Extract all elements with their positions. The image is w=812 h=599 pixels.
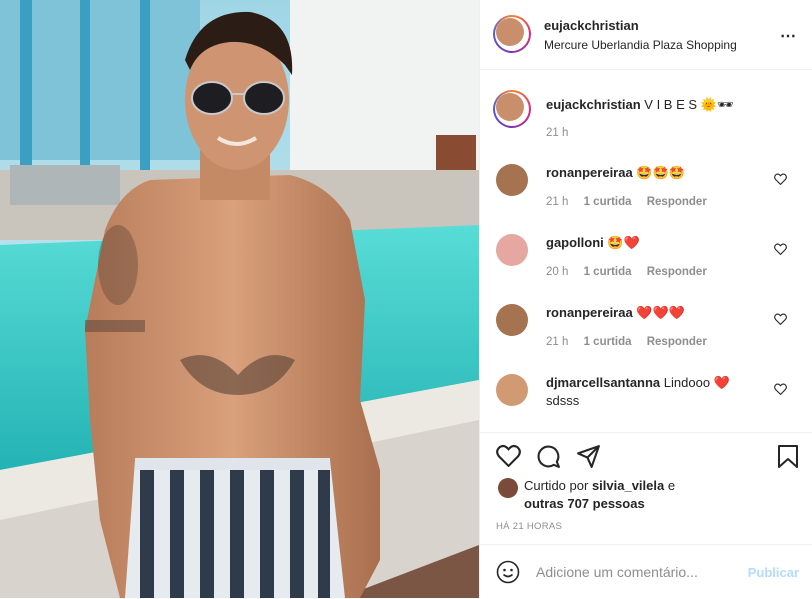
commenter-username[interactable]: gapolloni [546,235,604,250]
author-avatar[interactable] [493,15,531,53]
comment-likes[interactable]: 1 curtida [584,266,632,278]
caption-username[interactable]: eujackchristian [546,97,641,112]
action-bar [480,432,812,468]
reply-button[interactable]: Responder [647,266,707,278]
liker-avatar[interactable] [498,478,518,498]
post-timestamp[interactable]: HÁ 21 HORAS [496,521,562,532]
caption-avatar[interactable] [493,90,531,128]
comment-time[interactable]: 21 h [546,336,568,348]
author-username[interactable]: eujackchristian [544,18,639,33]
comment-meta: 21 h 1 curtida Responder [546,196,719,208]
liked-by-prefix: Curtido por [524,478,589,493]
liked-by-others[interactable]: outras 707 pessoas [524,496,645,511]
reply-button[interactable]: Responder [647,336,707,348]
post-sidebar: eujackchristian Mercure Uberlandia Plaza… [479,0,812,598]
commenter-avatar[interactable] [496,234,528,266]
liked-by-conj: e [667,478,676,493]
like-heart-icon[interactable] [496,444,521,467]
liked-by-user[interactable]: silvia_vilela [592,478,664,493]
comment-text-line: gapolloni 🤩❤️ [546,234,776,252]
liked-by-text: Curtido por silvia_vilela e outras 707 p… [524,477,794,513]
comment-meta: 20 h 1 curtida Responder [546,266,719,278]
comment-likes[interactable]: 1 curtida [584,336,632,348]
reply-button[interactable]: Responder [647,196,707,208]
heart-icon[interactable] [774,173,787,185]
comment-text-continued: sdsss [546,393,580,408]
heart-icon[interactable] [774,313,787,325]
commenter-avatar[interactable] [496,374,528,406]
commenter-username[interactable]: ronanpereiraa [546,165,633,180]
publish-button[interactable]: Publicar [748,565,799,580]
commenter-avatar[interactable] [496,164,528,196]
comment-input[interactable]: Adicione um comentário... [536,564,698,580]
bookmark-icon[interactable] [777,444,799,469]
comment-text: 🤩❤️ [607,235,640,250]
comment-text: 🤩🤩🤩 [636,165,685,180]
caption-meta: 21 h [546,127,580,139]
comment-text: Lindooo ❤️ [663,375,730,390]
heart-icon[interactable] [774,383,787,395]
share-paper-plane-icon[interactable] [576,444,601,469]
post-photo[interactable] [0,0,479,598]
post-location[interactable]: Mercure Uberlandia Plaza Shopping [544,38,737,52]
commenter-username[interactable]: ronanpereiraa [546,305,633,320]
comment-text-line: ronanpereiraa 🤩🤩🤩 [546,164,776,182]
comment-text-line: djmarcellsantanna Lindooo ❤️ sdsss [546,374,776,410]
comment-text: ❤️❤️❤️ [636,305,685,320]
comment-time[interactable]: 20 h [546,266,568,278]
comment-bubble-icon[interactable] [536,444,561,469]
smiley-icon[interactable] [496,560,520,584]
caption-time[interactable]: 21 h [546,127,568,139]
comment-time[interactable]: 21 h [546,196,568,208]
commenter-avatar[interactable] [496,304,528,336]
post-image [0,0,479,598]
more-options-icon[interactable]: ⋯ [780,26,797,46]
comment-likes[interactable]: 1 curtida [584,196,632,208]
commenter-username[interactable]: djmarcellsantanna [546,375,660,390]
heart-icon[interactable] [774,243,787,255]
comment-meta: 21 h 1 curtida Responder [546,336,719,348]
caption-text-line: eujackchristian V I B E S 🌞🕶 [546,96,776,114]
post-header: eujackchristian Mercure Uberlandia Plaza… [480,0,812,70]
comment-text-line: ronanpereiraa ❤️❤️❤️ [546,304,776,322]
caption-text: V I B E S 🌞🕶 [644,97,734,112]
add-comment-bar: Adicione um comentário... Publicar [480,544,812,599]
